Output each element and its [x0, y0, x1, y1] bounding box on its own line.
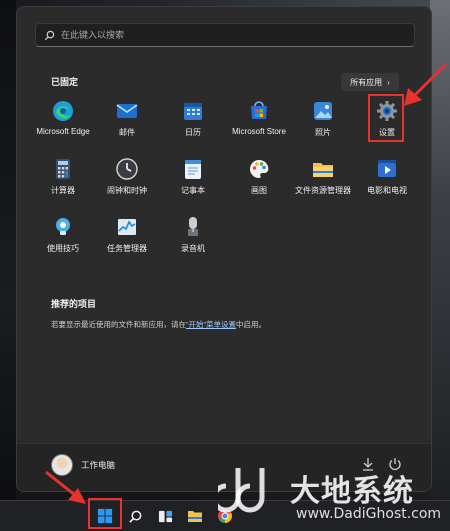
file-explorer-button[interactable]: [184, 505, 206, 527]
search-icon: [128, 510, 141, 523]
recommended-text-end: 中启用。: [236, 320, 266, 329]
start-menu: 已固定 所有应用 › Microsoft Edge 邮件 日历 Microsof…: [16, 6, 432, 492]
app-voice-recorder[interactable]: 录音机: [161, 215, 225, 265]
search-icon: [44, 30, 55, 40]
app-label: 录音机: [181, 244, 205, 253]
taskbar-search-button[interactable]: [124, 505, 146, 527]
app-calculator[interactable]: 计算器: [31, 157, 95, 207]
calendar-icon: [181, 99, 205, 123]
app-label: 照片: [315, 128, 331, 137]
notepad-icon: [181, 157, 205, 181]
chrome-icon: [218, 509, 232, 523]
app-calendar[interactable]: 日历: [161, 99, 225, 149]
app-microsoft-store[interactable]: Microsoft Store: [227, 99, 291, 149]
start-highlight-box: [88, 498, 122, 529]
file-explorer-icon: [188, 511, 202, 522]
settings-highlight-box: [368, 94, 404, 142]
recommended-text: 若要显示最近使用的文件和新应用，请在: [51, 320, 186, 329]
app-photos[interactable]: 照片: [291, 99, 355, 149]
search-box[interactable]: [35, 23, 415, 47]
app-label: 使用技巧: [47, 244, 79, 253]
paint-icon: [247, 157, 271, 181]
recommended-title: 推荐的项目: [51, 299, 97, 309]
arrow-to-settings: [404, 62, 448, 106]
app-label: 日历: [185, 128, 201, 137]
app-task-manager[interactable]: 任务管理器: [95, 215, 159, 265]
mail-icon: [115, 99, 139, 123]
app-alarms-clock[interactable]: 闹钟和时钟: [95, 157, 159, 207]
app-tips[interactable]: 使用技巧: [31, 215, 95, 265]
app-label: 画图: [251, 186, 267, 195]
wallpaper-left-edge: [0, 0, 16, 500]
arrow-to-start: [45, 470, 86, 504]
all-apps-button[interactable]: 所有应用 ›: [341, 73, 399, 91]
task-view-button[interactable]: [154, 505, 176, 527]
app-mail[interactable]: 邮件: [95, 99, 159, 149]
pinned-title: 已固定: [51, 77, 79, 87]
app-label: 电影和电视: [367, 186, 407, 195]
app-label: 邮件: [119, 128, 135, 137]
all-apps-label: 所有应用: [350, 77, 383, 87]
app-label: 记事本: [181, 186, 205, 195]
app-label: 闹钟和时钟: [107, 186, 147, 195]
app-notepad[interactable]: 记事本: [161, 157, 225, 207]
search-input[interactable]: [61, 30, 401, 40]
folder-icon: [311, 157, 335, 181]
calculator-icon: [51, 157, 75, 181]
app-label: Microsoft Store: [232, 127, 286, 136]
app-file-explorer[interactable]: 文件资源管理器: [291, 157, 355, 207]
task-manager-icon: [115, 215, 139, 239]
recorder-icon: [181, 215, 205, 239]
store-icon: [247, 99, 271, 123]
app-label: 任务管理器: [107, 244, 147, 253]
download-icon[interactable]: [361, 456, 375, 472]
app-microsoft-edge[interactable]: Microsoft Edge: [31, 99, 95, 149]
chrome-button[interactable]: [214, 505, 236, 527]
app-label: Microsoft Edge: [36, 127, 90, 136]
app-label: 计算器: [51, 186, 75, 195]
movies-icon: [375, 157, 399, 181]
tips-icon: [51, 215, 75, 239]
chevron-right-icon: ›: [387, 77, 390, 87]
app-label: 文件资源管理器: [295, 186, 351, 195]
photos-icon: [311, 99, 335, 123]
edge-icon: [51, 99, 75, 123]
task-view-icon: [158, 510, 172, 522]
recommended-description: 若要显示最近使用的文件和新应用，请在“开始”菜单设置中启用。: [51, 319, 266, 330]
power-icon[interactable]: [388, 456, 402, 472]
app-movies-tv[interactable]: 电影和电视: [355, 157, 419, 207]
app-paint[interactable]: 画图: [227, 157, 291, 207]
clock-icon: [115, 157, 139, 181]
start-settings-link[interactable]: “开始”菜单设置: [186, 320, 236, 329]
